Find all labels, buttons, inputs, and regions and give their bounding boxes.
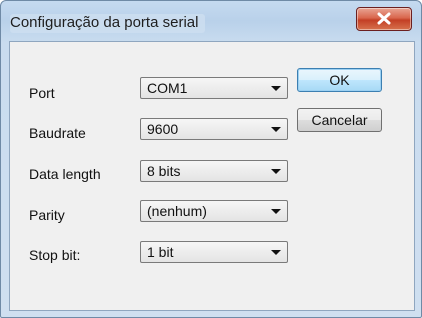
parity-select[interactable]: (nenhum) bbox=[140, 200, 288, 222]
port-select[interactable]: COM1 bbox=[140, 77, 288, 99]
chevron-down-icon bbox=[271, 86, 281, 91]
data-length-label: Data length bbox=[29, 166, 101, 182]
chevron-down-icon bbox=[271, 127, 281, 132]
port-value: COM1 bbox=[147, 80, 188, 96]
chevron-down-icon bbox=[271, 169, 281, 174]
baudrate-select[interactable]: 9600 bbox=[140, 118, 288, 140]
window-title: Configuração da porta serial bbox=[10, 14, 206, 33]
cancel-button[interactable]: Cancelar bbox=[297, 108, 382, 132]
parity-label: Parity bbox=[29, 207, 65, 223]
chevron-down-icon bbox=[271, 250, 281, 255]
baudrate-value: 9600 bbox=[147, 121, 179, 137]
parity-value: (nenhum) bbox=[147, 203, 207, 219]
baudrate-label: Baudrate bbox=[29, 125, 86, 141]
port-label: Port bbox=[29, 85, 55, 101]
dialog-body: Port COM1 Baudrate 9600 Data length 8 bi… bbox=[9, 41, 415, 311]
stop-bit-label: Stop bit: bbox=[29, 247, 81, 263]
dialog-window: Configuração da porta serial Port COM1 B… bbox=[0, 0, 422, 318]
data-length-select[interactable]: 8 bits bbox=[140, 160, 288, 182]
ok-button[interactable]: OK bbox=[297, 68, 382, 92]
stop-bit-select[interactable]: 1 bit bbox=[140, 241, 288, 263]
data-length-value: 8 bits bbox=[147, 163, 181, 179]
chevron-down-icon bbox=[271, 209, 281, 214]
close-icon bbox=[377, 12, 391, 25]
close-button[interactable] bbox=[356, 7, 412, 31]
title-bar[interactable]: Configuração da porta serial bbox=[1, 1, 421, 41]
stop-bit-value: 1 bit bbox=[147, 244, 174, 260]
